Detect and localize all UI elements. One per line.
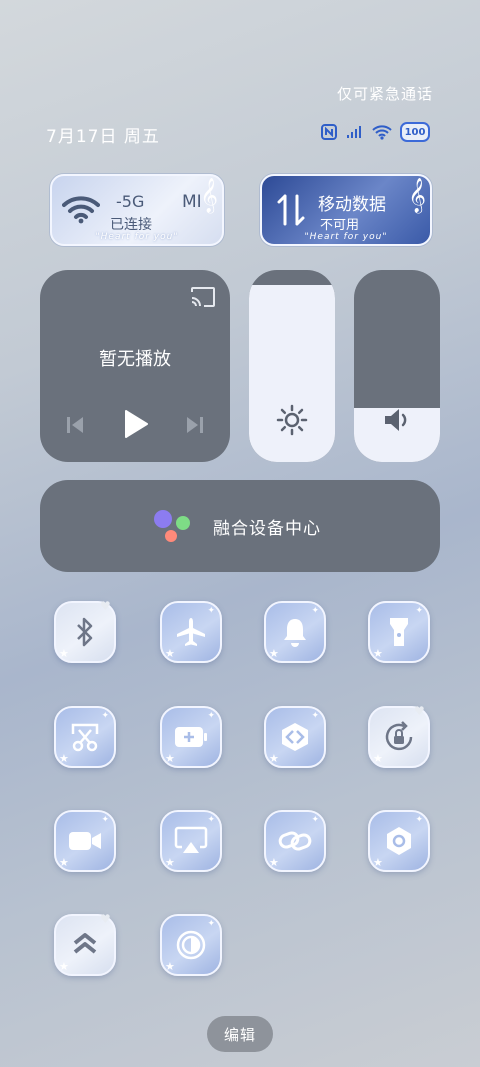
- media-player: 暂无播放: [40, 270, 230, 462]
- sparkle-icon: ✦: [311, 711, 319, 721]
- flashlight-icon: [390, 618, 408, 646]
- star-decoration-icon: ★: [59, 856, 69, 869]
- data-card-tagline: "Heart for you": [304, 232, 388, 242]
- edit-button[interactable]: 编辑: [207, 1016, 273, 1052]
- favorite-heart-icon: ♥: [100, 912, 111, 926]
- star-decoration-icon: ★: [165, 752, 175, 765]
- favorite-heart-icon: ♥: [414, 704, 425, 718]
- star-decoration-icon: ★: [59, 960, 69, 973]
- mobile-data-status: 不可用: [320, 218, 360, 233]
- device-center-button[interactable]: 融合设备中心: [40, 480, 440, 572]
- vpn-icon: [282, 723, 308, 751]
- brightness-slider[interactable]: [249, 270, 335, 462]
- contrast-icon: [176, 930, 206, 960]
- sparkle-icon: ✦: [311, 606, 319, 616]
- airplane-mode-toggle[interactable]: ★ ✦: [160, 601, 222, 663]
- music-note-icon: 𝄞: [200, 178, 218, 213]
- sparkle-icon: ✦: [415, 815, 423, 825]
- media-title: 暂无播放: [99, 349, 171, 370]
- brightness-icon: [276, 404, 308, 436]
- music-note-icon: 𝄞: [408, 178, 426, 213]
- battery-plus-icon: [175, 727, 207, 747]
- bluetooth-icon: [77, 617, 93, 647]
- nfc-icon: [321, 124, 337, 140]
- volume-icon: [385, 409, 407, 431]
- sparkle-icon: ✦: [101, 711, 109, 721]
- battery-icon: 100: [400, 122, 430, 142]
- sparkle-icon: ✦: [207, 606, 215, 616]
- star-decoration-icon: ★: [373, 647, 383, 660]
- flashlight-toggle[interactable]: ★ ✦: [368, 601, 430, 663]
- airplane-icon: [177, 618, 205, 646]
- link-share-toggle[interactable]: ★ ✦: [264, 810, 326, 872]
- cast-screen-icon: [174, 826, 208, 853]
- battery-saver-toggle[interactable]: ★ ✦: [160, 706, 222, 768]
- hexagon-gear-icon: [387, 827, 411, 855]
- favorite-heart-icon: ♥: [100, 599, 111, 613]
- star-decoration-icon: ★: [373, 752, 383, 765]
- assistant-logo-icon: [154, 510, 190, 542]
- wifi-brand-text: MI: [182, 192, 202, 212]
- star-decoration-icon: ★: [165, 856, 175, 869]
- date-label: 7月17日 周五: [46, 127, 160, 147]
- emergency-call-only-text: 仅可紧急通话: [336, 85, 433, 103]
- star-decoration-icon: ★: [269, 647, 279, 660]
- bell-icon: [284, 619, 306, 647]
- performance-toggle[interactable]: ♥ ★: [54, 912, 116, 976]
- bluetooth-toggle[interactable]: ♥ ★: [54, 599, 116, 663]
- sparkle-icon: ✦: [207, 711, 215, 721]
- signal-icon: [347, 126, 361, 138]
- sparkle-icon: ✦: [101, 815, 109, 825]
- vpn-toggle[interactable]: ★ ✦: [264, 706, 326, 768]
- sparkle-icon: ✦: [207, 815, 215, 825]
- cast-icon[interactable]: [190, 286, 216, 308]
- wifi-status: 已连接: [110, 217, 152, 233]
- chevrons-up-icon: [73, 933, 97, 954]
- star-decoration-icon: ★: [373, 856, 383, 869]
- screen-record-toggle[interactable]: ★ ✦: [54, 810, 116, 872]
- wifi-icon: [62, 196, 100, 224]
- volume-slider[interactable]: [354, 270, 440, 462]
- next-icon[interactable]: [184, 414, 206, 436]
- sound-toggle[interactable]: ★ ✦: [264, 601, 326, 663]
- sparkle-icon: ✦: [311, 815, 319, 825]
- mobile-data-card[interactable]: 移动数据 不可用 𝄞 "Heart for you": [260, 174, 432, 246]
- settings-toggle[interactable]: ★ ✦: [368, 810, 430, 872]
- scissors-icon: [71, 723, 99, 752]
- dark-mode-toggle[interactable]: ★ ✦: [160, 914, 222, 976]
- video-icon: [69, 832, 101, 850]
- sparkle-icon: ✦: [207, 919, 215, 929]
- star-decoration-icon: ★: [165, 960, 175, 973]
- link-icon: [278, 831, 312, 851]
- rotation-lock-icon: [385, 721, 413, 751]
- wifi-network-name: -5G: [116, 192, 145, 211]
- sparkle-icon: ✦: [415, 606, 423, 616]
- star-decoration-icon: ★: [59, 647, 69, 660]
- wifi-status-icon: [372, 125, 392, 140]
- star-decoration-icon: ★: [165, 647, 175, 660]
- star-decoration-icon: ★: [269, 752, 279, 765]
- mobile-data-title: 移动数据: [318, 195, 386, 215]
- battery-level: 100: [404, 126, 426, 138]
- play-icon[interactable]: [122, 408, 150, 440]
- star-decoration-icon: ★: [59, 752, 69, 765]
- data-transfer-icon: [277, 194, 305, 226]
- status-icons: 100: [320, 122, 430, 142]
- star-decoration-icon: ★: [269, 856, 279, 869]
- device-center-label: 融合设备中心: [213, 519, 321, 539]
- previous-icon[interactable]: [64, 414, 86, 436]
- wifi-card[interactable]: -5G MI 已连接 𝄞 "Heart for you": [50, 174, 224, 246]
- wifi-card-tagline: "Heart for you": [95, 232, 179, 242]
- screenshot-toggle[interactable]: ★ ✦: [54, 706, 116, 768]
- screen-cast-toggle[interactable]: ★ ✦: [160, 810, 222, 872]
- auto-rotate-toggle[interactable]: ♥ ★: [368, 704, 430, 768]
